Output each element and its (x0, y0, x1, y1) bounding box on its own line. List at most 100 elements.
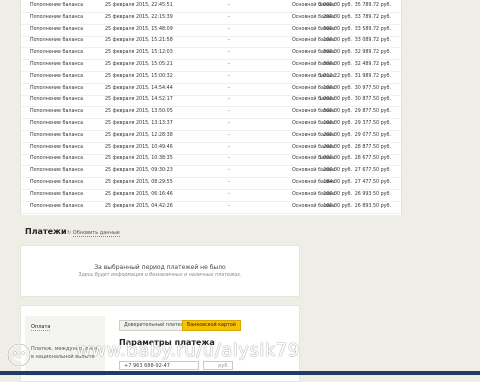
cell-dash: - (228, 121, 230, 126)
watermark-text: www.baby.ru/u/alysik79 (76, 340, 300, 361)
cell-type: Пополнение баланса (30, 26, 84, 32)
tab-trust-payment[interactable]: Доверительный платеж (119, 320, 191, 331)
refresh-icon: ↻ (67, 230, 72, 236)
cell-balance: 33 089.72 руб. (354, 38, 391, 44)
tab-bank-card[interactable]: Банковской картой (182, 320, 241, 331)
cell-amount: 184.00 руб. (323, 180, 352, 185)
cell-dash: - (228, 156, 230, 162)
cell-balance: 26 993.50 руб. (354, 191, 391, 197)
cell-balance: 27 677.50 руб. (354, 168, 391, 174)
cell-balance: 26 893.50 руб. (354, 203, 391, 209)
cell-date: 25 февраля 2015, 12:28:38 (105, 132, 173, 138)
cell-amount: 1 012.22 руб. (318, 73, 352, 79)
side-item-payment[interactable]: Оплата (31, 324, 51, 331)
cell-dash: - (228, 132, 230, 138)
cell-type: Пополнение баланса (30, 156, 84, 162)
table-row: Пополнение баланса 25 февраля 2015, 04:42… (21, 201, 401, 214)
cell-balance: 33 589.72 руб. (354, 26, 391, 32)
cell-amount: 100.00 руб. (323, 38, 352, 44)
cell-date: 25 февраля 2015, 22:15:39 (105, 14, 173, 20)
cell-balance: 29 377.50 руб. (354, 121, 391, 126)
cell-balance: 32 989.72 руб. (354, 50, 391, 56)
cell-balance: 32 489.72 руб. (354, 62, 391, 67)
cell-type: Пополнение баланса (30, 97, 84, 103)
cell-balance: 29 077.50 руб. (354, 132, 391, 138)
cell-dash: - (228, 62, 230, 67)
cell-type: Пополнение баланса (30, 121, 84, 126)
cell-amount: 500.00 руб. (323, 26, 352, 32)
cell-date: 25 февраля 2015, 14:52:17 (105, 97, 173, 103)
cell-date: 25 февраля 2015, 13:50:05 (105, 109, 173, 115)
cell-amount: 100.00 руб. (323, 203, 352, 209)
cell-amount: 1 000.00 руб. (318, 97, 352, 103)
baby-logo-icon (7, 343, 31, 367)
cell-amount: 500.00 руб. (323, 50, 352, 56)
cell-balance: 27 477.50 руб. (354, 180, 391, 185)
cell-date: 25 февраля 2015, 08:29:55 (105, 180, 173, 185)
cell-dash: - (228, 144, 230, 150)
refresh-label: Обновить данные (72, 230, 120, 237)
cell-balance: 28 677.50 руб. (354, 156, 391, 162)
cell-type: Пополнение баланса (30, 73, 84, 79)
refresh-data-link[interactable]: ↻ Обновить данные (67, 230, 120, 237)
cell-type: Пополнение баланса (30, 168, 84, 174)
cell-balance: 29 877.50 руб. (354, 109, 391, 115)
cell-amount: 500.00 руб. (323, 62, 352, 67)
cell-dash: - (228, 85, 230, 91)
cell-date: 25 февраля 2015, 09:30:23 (105, 168, 173, 174)
cell-date: 25 февраля 2015, 15:05:21 (105, 62, 173, 67)
cell-date: 25 февраля 2015, 15:48:09 (105, 26, 173, 32)
cell-date: 25 февраля 2015, 15:21:58 (105, 38, 173, 44)
cell-amount: 200.00 руб. (323, 14, 352, 20)
cell-dash: - (228, 109, 230, 115)
cell-balance: 30 877.50 руб. (354, 97, 391, 103)
cell-type: Пополнение баланса (30, 85, 84, 91)
cell-dash: - (228, 50, 230, 56)
cell-date: 25 февраля 2015, 10:49:46 (105, 144, 173, 150)
cell-date: 25 февраля 2015, 14:54:44 (105, 85, 173, 91)
cell-type: Пополнение баланса (30, 203, 84, 209)
cell-dash: - (228, 38, 230, 44)
cell-balance: 35 789.72 руб. (354, 3, 391, 8)
cell-dash: - (228, 73, 230, 79)
cell-dash: - (228, 203, 230, 209)
empty-message: За выбранный период платежей не было (94, 264, 226, 271)
cell-amount: 100.00 руб. (323, 121, 352, 126)
cell-balance: 30 977.50 руб. (354, 85, 391, 91)
cell-type: Пополнение баланса (30, 109, 84, 115)
cell-date: 25 февраля 2015, 22:45:51 (105, 3, 173, 8)
cell-dash: - (228, 97, 230, 103)
cell-type: Пополнение баланса (30, 132, 84, 138)
cell-balance: 33 789.72 руб. (354, 14, 391, 20)
cell-type: Пополнение баланса (30, 38, 84, 44)
cell-date: 25 февраля 2015, 15:00:32 (105, 73, 173, 79)
cell-amount: 100.00 руб. (323, 85, 352, 91)
cell-amount: 200.00 руб. (323, 168, 352, 174)
cell-amount: 200.00 руб. (323, 144, 352, 150)
bottom-strip (0, 371, 480, 375)
payments-heading: Платежи (25, 227, 67, 236)
cell-date: 25 февраля 2015, 10:38:35 (105, 156, 173, 162)
cell-type: Пополнение баланса (30, 50, 84, 56)
cell-dash: - (228, 168, 230, 174)
cell-amount: 1 000.00 руб. (318, 156, 352, 162)
cell-type: Пополнение баланса (30, 14, 84, 20)
cell-dash: - (228, 26, 230, 32)
cell-type: Пополнение баланса (30, 191, 84, 197)
cell-amount: 100.00 руб. (323, 191, 352, 197)
payments-empty-panel: За выбранный период платежей не было Зде… (20, 245, 300, 297)
cell-amount: 2 000.00 руб. (318, 3, 352, 8)
cell-amount: 500.00 руб. (323, 109, 352, 115)
cell-dash: - (228, 180, 230, 185)
watermark: www.baby.ru/u/alysik79 (6, 340, 476, 370)
cell-amount: 200.00 руб. (323, 132, 352, 138)
cell-type: Пополнение баланса (30, 144, 84, 150)
cell-date: 25 февраля 2015, 06:16:46 (105, 191, 173, 197)
cell-dash: - (228, 191, 230, 197)
cell-date: 25 февраля 2015, 13:13:37 (105, 121, 173, 126)
cell-type: Пополнение баланса (30, 180, 84, 185)
cell-balance: 31 989.72 руб. (354, 73, 391, 79)
cell-type: Пополнение баланса (30, 62, 84, 67)
cell-dash: - (228, 14, 230, 20)
cell-dash: - (228, 3, 230, 8)
